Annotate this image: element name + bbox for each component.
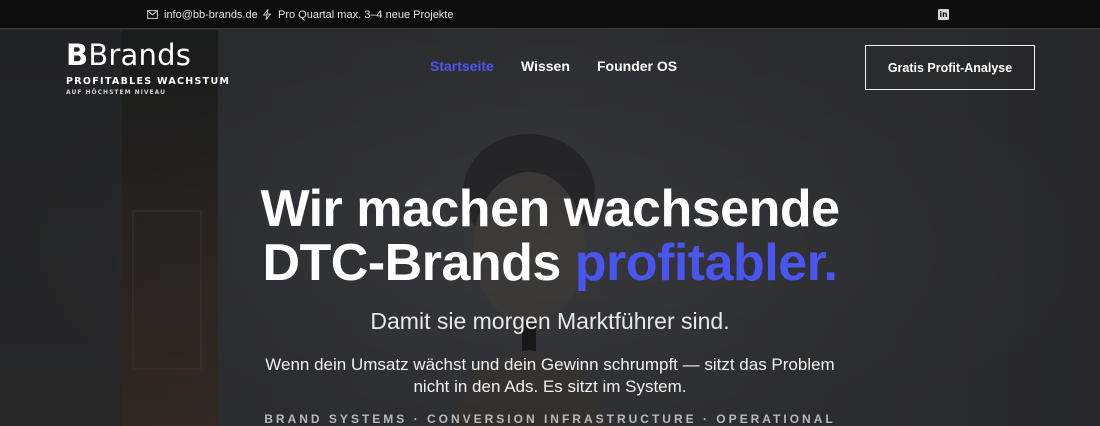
site-logo[interactable]: BBrands PROFITABLES WACHSTUM AUF HÖCHSTE…: [66, 38, 229, 100]
capacity-text: Pro Quartal max. 3–4 neue Projekte: [278, 8, 454, 21]
nav-item-startseite[interactable]: Startseite: [430, 58, 494, 74]
nav-item-founder-os[interactable]: Founder OS: [597, 58, 677, 74]
mail-icon: [147, 10, 158, 19]
headline-text: DTC-Brands: [262, 234, 575, 292]
hero-service-tagline: BRAND SYSTEMS · CONVERSION INFRASTRUCTUR…: [264, 412, 836, 426]
capacity-notice: Pro Quartal max. 3–4 neue Projekte: [262, 0, 453, 29]
hero-paragraph: Wenn dein Umsatz wächst und dein Gewinn …: [265, 355, 835, 396]
profit-analysis-button[interactable]: Gratis Profit-Analyse: [865, 45, 1035, 90]
top-bar: info@bb-brands.de Pro Quartal max. 3–4 n…: [0, 0, 1100, 29]
logo-tagline: PROFITABLES WACHSTUM: [66, 76, 231, 87]
linkedin-icon[interactable]: in: [938, 9, 949, 20]
logo-wordmark: BBrands: [66, 38, 191, 72]
contact-email: info@bb-brands.de: [164, 8, 258, 21]
contact-email-link[interactable]: info@bb-brands.de: [147, 0, 258, 29]
hero-subheadline: Damit sie morgen Marktführer sind.: [370, 308, 730, 334]
hero-headline-line1: Wir machen wachsende: [260, 180, 840, 238]
logo-subtagline: AUF HÖCHSTEM NIVEAU: [66, 89, 166, 96]
nav-item-wissen[interactable]: Wissen: [521, 58, 570, 74]
bolt-icon: [262, 9, 272, 20]
hero-headline-line2: DTC-Brands profitabler.: [0, 236, 1100, 290]
headline-accent: profitabler.: [574, 234, 838, 292]
